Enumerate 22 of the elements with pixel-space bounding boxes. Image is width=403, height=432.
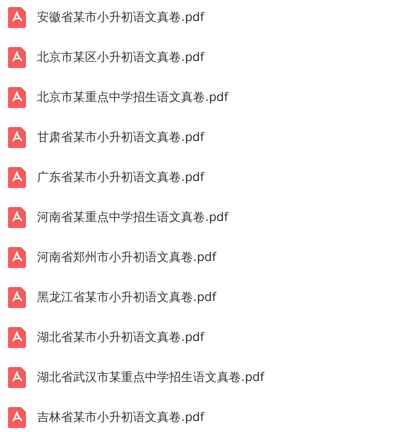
pdf-file-icon [8, 326, 26, 348]
file-name[interactable]: 湖北省武汉市某重点中学招生语文真卷.pdf [37, 368, 264, 386]
pdf-file-icon [8, 286, 26, 308]
file-name[interactable]: 北京市某重点中学招生语文真卷.pdf [37, 88, 228, 106]
pdf-file-icon [8, 406, 26, 428]
file-name[interactable]: 北京市某区小升初语文真卷.pdf [37, 48, 204, 66]
pdf-file-icon [8, 206, 26, 228]
pdf-file-icon [8, 86, 26, 108]
file-name[interactable]: 甘肃省某市小升初语文真卷.pdf [37, 128, 204, 146]
pdf-file-icon [8, 126, 26, 148]
pdf-file-icon [8, 46, 26, 68]
pdf-file-icon [8, 366, 26, 388]
file-name[interactable]: 河南省某重点中学招生语文真卷.pdf [37, 208, 228, 226]
pdf-file-icon [8, 6, 26, 28]
file-name[interactable]: 安徽省某市小升初语文真卷.pdf [37, 8, 204, 26]
file-name[interactable]: 吉林省某市小升初语文真卷.pdf [37, 408, 204, 426]
file-name[interactable]: 广东省某市小升初语文真卷.pdf [37, 168, 204, 186]
file-name[interactable]: 黑龙江省某市小升初语文真卷.pdf [37, 288, 216, 306]
pdf-file-icon [8, 246, 26, 268]
pdf-file-icon [8, 166, 26, 188]
file-name[interactable]: 湖北省某市小升初语文真卷.pdf [37, 328, 204, 346]
file-name[interactable]: 河南省郑州市小升初语文真卷.pdf [37, 248, 216, 266]
